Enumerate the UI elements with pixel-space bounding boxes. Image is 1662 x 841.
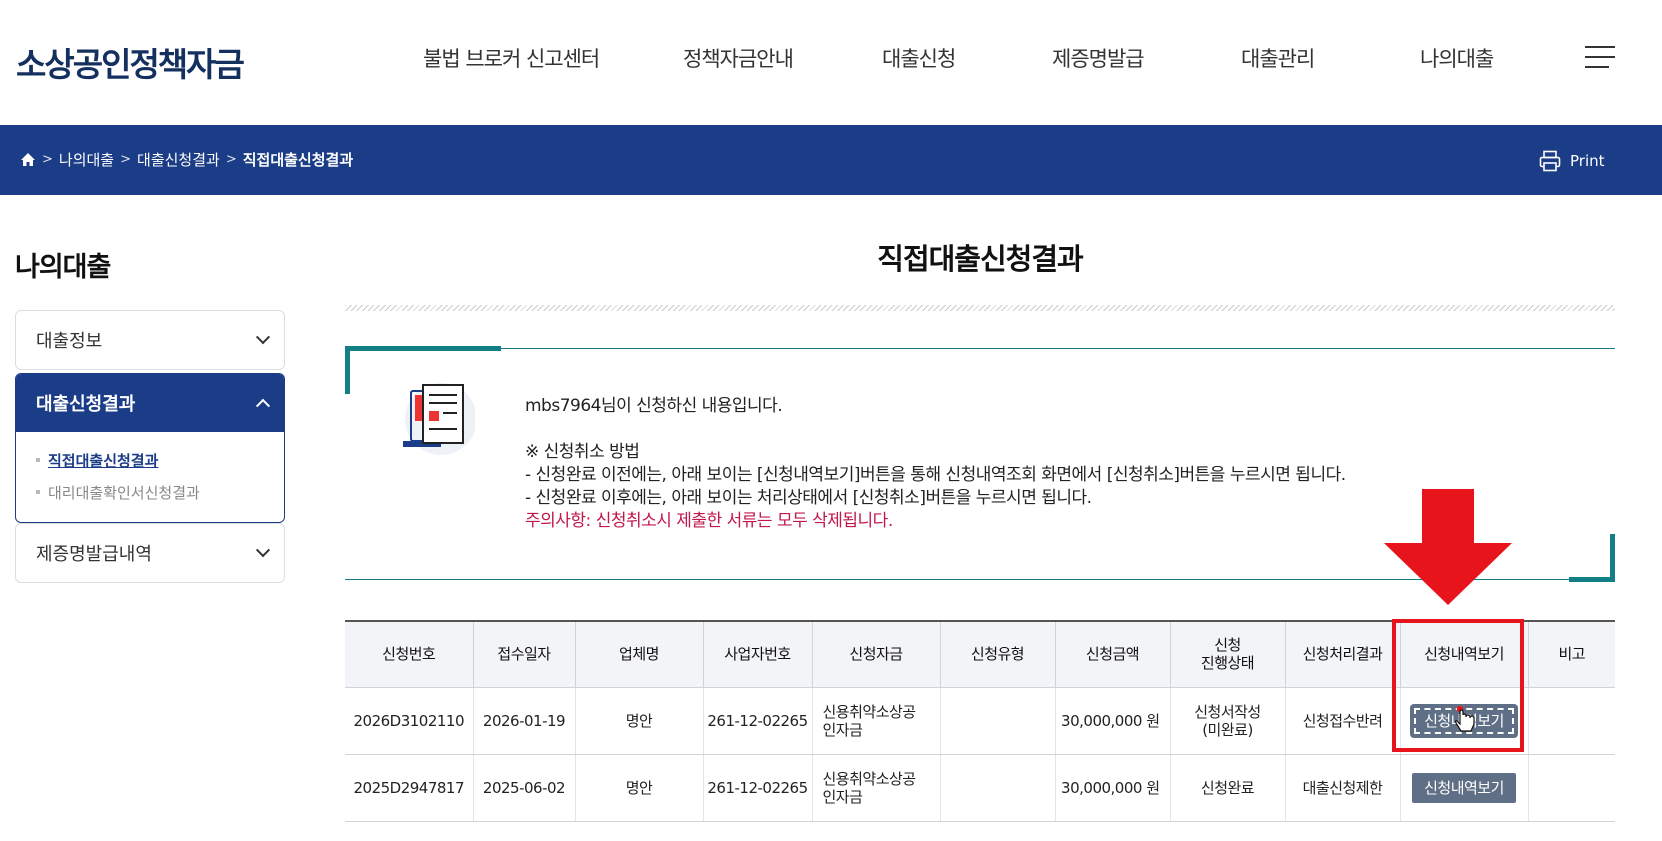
- chevron-right-icon: >: [42, 152, 53, 167]
- cell-view: 신청내역보기: [1399, 754, 1528, 822]
- table-row: 2025D2947817 2025-06-02 명안 261-12-02265 …: [345, 754, 1615, 822]
- cell-note: [1527, 687, 1615, 755]
- cell-amount: 30,000,000 원: [1054, 754, 1170, 822]
- cell-bizno: 261-12-02265: [702, 754, 812, 822]
- breadcrumb-item[interactable]: 대출신청결과: [137, 149, 220, 170]
- menu-broker-report[interactable]: 불법 브로커 신고센터: [423, 43, 600, 73]
- sidebar-item-direct-loan-result[interactable]: 직접대출신청결과: [36, 444, 284, 476]
- hamburger-menu-icon[interactable]: [1585, 46, 1615, 70]
- sidebar-group-label: 대출신청결과: [36, 394, 136, 415]
- notice-cancel-title: ※ 신청취소 방법: [525, 442, 640, 462]
- cell-result: 신청접수반려: [1284, 687, 1400, 755]
- col-header: 신청유형: [939, 620, 1056, 688]
- col-header: 비고: [1527, 620, 1615, 688]
- cell-fund: 신용취약소상공 인자금: [811, 687, 940, 755]
- col-header: 접수일자: [472, 620, 576, 688]
- col-header: 사업자번호: [702, 620, 813, 688]
- site-logo[interactable]: 소상공인정책자금: [16, 38, 245, 86]
- notice-cancel-after: - 신청완료 이후에는, 아래 보이는 처리상태에서 [신청취소]버튼을 누르시…: [525, 488, 1092, 508]
- sidebar-group-loan-result[interactable]: 대출신청결과 직접대출신청결과 대리대출확인서신청결과: [15, 373, 285, 523]
- col-header: 신청금액: [1054, 620, 1171, 688]
- cell-result: 대출신청제한: [1284, 754, 1400, 822]
- cell-amount: 30,000,000 원: [1054, 687, 1170, 755]
- cell-note: [1527, 754, 1615, 822]
- notice-warning: 주의사항: 신청취소시 제출한 서류는 모두 삭제됩니다.: [525, 511, 893, 531]
- cell-progress: 신청완료: [1169, 754, 1285, 822]
- menu-my-loan[interactable]: 나의대출: [1420, 43, 1494, 73]
- cell-app-no: 2025D2947817: [345, 754, 473, 822]
- top-header: 소상공인정책자금 불법 브로커 신고센터 정책자금안내 대출신청 제증명발급 대…: [0, 0, 1662, 125]
- cell-type: [939, 754, 1055, 822]
- document-icon: [403, 383, 475, 455]
- cell-fund: 신용취약소상공 인자금: [811, 754, 940, 822]
- chevron-up-icon: [255, 398, 271, 413]
- cell-progress: 신청서작성 (미완료): [1169, 687, 1285, 755]
- cell-app-no: 2026D3102110: [345, 687, 473, 755]
- cell-date: 2025-06-02: [472, 754, 575, 822]
- cell-bizno: 261-12-02265: [702, 687, 812, 755]
- chevron-right-icon: >: [120, 152, 132, 167]
- col-header: 신청자금: [811, 620, 941, 688]
- chevron-right-icon: >: [225, 152, 237, 167]
- breadcrumb-bar: > 나의대출 > 대출신청결과 > 직접대출신청결과 Print: [0, 125, 1662, 195]
- cell-type: [939, 687, 1055, 755]
- chevron-down-icon: [255, 330, 271, 345]
- menu-policy-fund[interactable]: 정책자금안내: [683, 43, 794, 73]
- hand-cursor-icon: [1455, 706, 1475, 732]
- divider: [345, 305, 1615, 311]
- sidebar-item-agent-loan-result[interactable]: 대리대출확인서신청결과: [36, 476, 284, 508]
- chevron-down-icon: [255, 543, 271, 558]
- print-label: Print: [1570, 152, 1605, 170]
- breadcrumb-current: 직접대출신청결과: [242, 151, 354, 169]
- sidebar-title: 나의대출: [15, 252, 111, 283]
- cell-date: 2026-01-19: [472, 687, 575, 755]
- col-header: 업체명: [574, 620, 704, 688]
- menu-certificate[interactable]: 제증명발급: [1052, 43, 1145, 73]
- sidebar-group-loan-info[interactable]: 대출정보: [15, 310, 285, 370]
- menu-loan-manage[interactable]: 대출관리: [1241, 43, 1315, 73]
- col-header: 신청번호: [345, 620, 474, 688]
- printer-icon: [1539, 150, 1561, 172]
- notice-cancel-before: - 신청완료 이전에는, 아래 보이는 [신청내역보기]버튼을 통해 신청내역조…: [525, 465, 1346, 485]
- page-title: 직접대출신청결과: [877, 242, 1083, 276]
- sidebar-group-certificate-history[interactable]: 제증명발급내역: [15, 523, 285, 583]
- sidebar-group-label: 제증명발급내역: [36, 544, 152, 565]
- print-button[interactable]: Print: [1538, 149, 1605, 173]
- col-header: 신청 진행상태: [1169, 620, 1286, 688]
- col-header: 신청처리결과: [1284, 620, 1401, 688]
- notice-user-line: mbs7964님이 신청하신 내용입니다.: [525, 396, 783, 416]
- sidebar-group-label: 대출정보: [36, 331, 103, 352]
- breadcrumb: > 나의대출 > 대출신청결과 > 직접대출신청결과: [20, 149, 353, 170]
- red-arrow-down-icon: [1384, 489, 1512, 605]
- cell-company: 명안: [574, 687, 703, 755]
- menu-loan-apply[interactable]: 대출신청: [882, 43, 956, 73]
- breadcrumb-item[interactable]: 나의대출: [59, 149, 114, 170]
- view-application-button[interactable]: 신청내역보기: [1412, 772, 1516, 803]
- home-icon[interactable]: [20, 152, 36, 167]
- cell-company: 명안: [574, 754, 703, 822]
